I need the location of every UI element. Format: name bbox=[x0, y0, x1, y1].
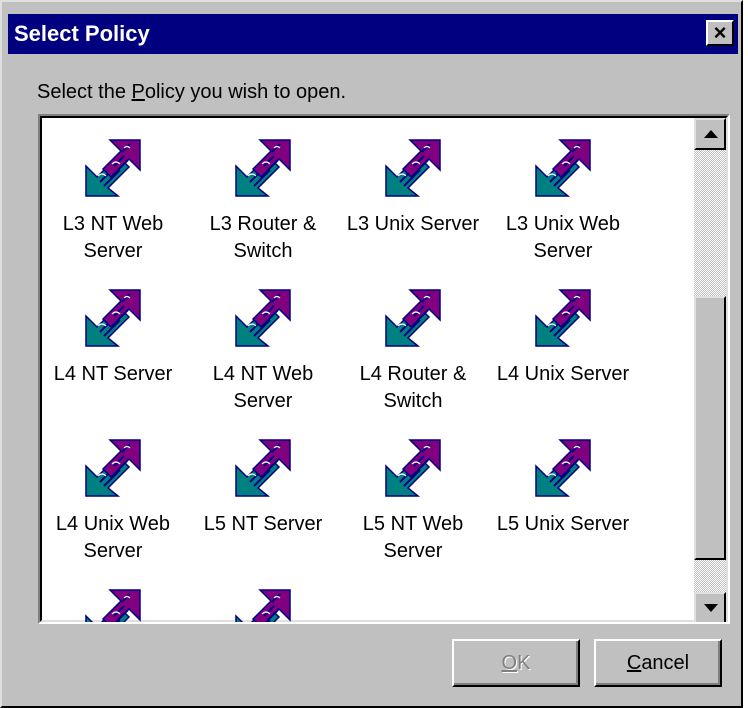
policy-label: L5 NT Web Server bbox=[362, 513, 464, 562]
policy-list[interactable]: L3 NT Web Server L3 Router & Switch L3 Unix … bbox=[38, 114, 730, 624]
policy-icon bbox=[530, 436, 596, 502]
policy-label: L4 Router & Switch bbox=[359, 363, 467, 412]
policy-item[interactable]: L4 NT Server bbox=[42, 286, 188, 388]
policy-icon bbox=[80, 136, 146, 202]
arrow-down-icon bbox=[704, 604, 718, 612]
policy-item[interactable] bbox=[42, 586, 188, 622]
policy-item[interactable]: L5 NT Web Server bbox=[338, 436, 488, 565]
policy-icon bbox=[230, 286, 296, 352]
policy-icon bbox=[380, 136, 446, 202]
policy-item[interactable] bbox=[188, 586, 338, 622]
window-title: Select Policy bbox=[14, 21, 150, 46]
policy-item[interactable]: L4 NT Web Server bbox=[188, 286, 338, 415]
policy-label: L4 Unix Web Server bbox=[55, 513, 171, 562]
policy-icon bbox=[230, 586, 296, 622]
scroll-down-button[interactable] bbox=[694, 592, 726, 622]
policy-item[interactable]: L3 NT Web Server bbox=[42, 136, 188, 265]
policy-label: L3 Router & Switch bbox=[209, 213, 317, 262]
policy-label: L3 Unix Web Server bbox=[505, 213, 621, 262]
policy-label: L5 Unix Server bbox=[496, 513, 630, 535]
vertical-scrollbar[interactable] bbox=[694, 118, 726, 622]
instruction-text: Select the Policy you wish to open. bbox=[37, 81, 347, 103]
scroll-up-button[interactable] bbox=[694, 118, 726, 150]
policy-item[interactable]: L5 Unix Server bbox=[488, 436, 638, 538]
title-bar[interactable]: Select Policy × bbox=[8, 14, 738, 54]
policy-label: L3 Unix Server bbox=[346, 213, 480, 235]
policy-item[interactable]: L4 Unix Server bbox=[488, 286, 638, 388]
scroll-thumb[interactable] bbox=[694, 296, 726, 560]
policy-icon bbox=[230, 436, 296, 502]
policy-icon bbox=[80, 586, 146, 622]
close-icon: × bbox=[713, 20, 727, 45]
policy-item[interactable]: L5 NT Server bbox=[188, 436, 338, 538]
policy-label: L5 NT Server bbox=[203, 513, 323, 535]
policy-label: L4 NT Web Server bbox=[212, 363, 314, 412]
policy-icon bbox=[530, 136, 596, 202]
cancel-button[interactable]: Cancel bbox=[594, 639, 722, 687]
ok-button[interactable]: OK bbox=[452, 639, 580, 687]
policy-items: L3 NT Web Server L3 Router & Switch L3 Unix … bbox=[42, 118, 696, 622]
arrow-up-icon bbox=[704, 130, 718, 138]
select-policy-dialog: Select Policy × Select the Policy you wi… bbox=[0, 0, 743, 708]
policy-label: L3 NT Web Server bbox=[62, 213, 164, 262]
policy-icon bbox=[530, 286, 596, 352]
policy-item[interactable]: L3 Unix Web Server bbox=[488, 136, 638, 265]
policy-item[interactable]: L4 Unix Web Server bbox=[42, 436, 188, 565]
policy-icon bbox=[80, 436, 146, 502]
policy-item[interactable]: L4 Router & Switch bbox=[338, 286, 488, 415]
policy-item[interactable]: L3 Router & Switch bbox=[188, 136, 338, 265]
policy-icon bbox=[380, 436, 446, 502]
close-button[interactable]: × bbox=[706, 20, 734, 46]
policy-label: L4 NT Server bbox=[53, 363, 173, 385]
policy-icon bbox=[80, 286, 146, 352]
policy-item[interactable]: L3 Unix Server bbox=[338, 136, 488, 238]
policy-icon bbox=[380, 286, 446, 352]
policy-label: L4 Unix Server bbox=[496, 363, 630, 385]
policy-icon bbox=[230, 136, 296, 202]
